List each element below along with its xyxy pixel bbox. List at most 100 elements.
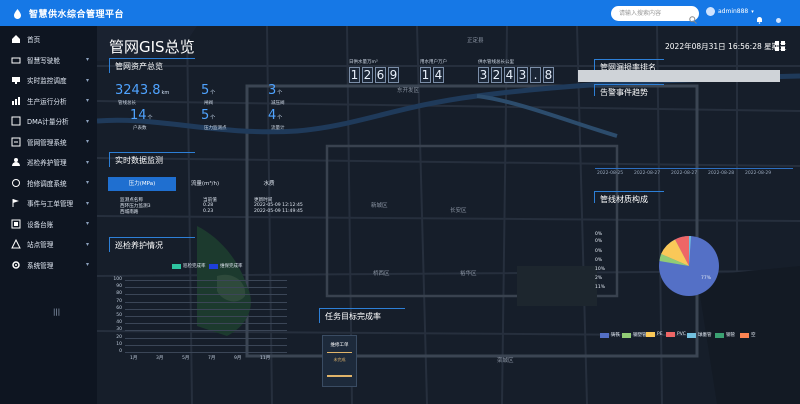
- sidebar-item-4[interactable]: DMA计量分析 ▾: [0, 111, 97, 132]
- alarm-axis-line: [595, 168, 793, 169]
- asset-stat-label: 压力监测点: [204, 126, 227, 131]
- y-tick-label: 50: [116, 313, 122, 318]
- logo-icon: [12, 8, 23, 19]
- grid-line: [125, 308, 287, 310]
- material-legend-item[interactable]: 球墨管: [687, 332, 712, 338]
- task-card-divider: [327, 352, 352, 353]
- asset-stat-label: 流量计: [271, 126, 285, 131]
- legend-maintenance-swatch: [209, 264, 218, 269]
- legend-swatch: [646, 332, 655, 337]
- alarm-date-label: 2022-08-27: [671, 171, 698, 176]
- material-legend-item[interactable]: 钢管: [715, 332, 735, 338]
- asset-stat-value: 4个: [268, 108, 282, 123]
- sidebar-item-label: 设备台账: [27, 220, 54, 229]
- gear-icon: [11, 260, 21, 270]
- gis-main[interactable]: 管网GIS总览 2022年08月31日 16:56:28 星期三 管网资产总览 …: [97, 26, 800, 404]
- stat-number: 3: [268, 83, 277, 98]
- sidebar-item-label: 事件与工单管理: [27, 200, 74, 209]
- collapse-icon[interactable]: |||: [53, 308, 60, 316]
- task-card-title: 维修工单: [330, 343, 349, 348]
- table-cell: 2022-05-09 12:12:45: [254, 203, 303, 208]
- material-legend-item[interactable]: 铸铁: [600, 332, 620, 338]
- counter-digit: 4: [433, 67, 444, 83]
- legend-swatch: [687, 332, 696, 338]
- y-tick-label: 30: [116, 327, 122, 333]
- counter-digit: 1: [420, 67, 431, 83]
- repair-icon: [11, 178, 21, 188]
- map-place-label: 栾城区: [497, 358, 514, 364]
- sidebar-item-1[interactable]: 智慧写驶舱 ▾: [0, 50, 97, 71]
- user-menu[interactable]: admin888 ▾: [706, 7, 754, 16]
- station-icon: [11, 239, 21, 249]
- sidebar-item-11[interactable]: 系统管理 ▾: [0, 255, 97, 276]
- legend-swatch: [622, 332, 631, 338]
- search-input[interactable]: 请输入搜索内容: [611, 6, 699, 21]
- sidebar-item-2[interactable]: 实时监控调度 ▾: [0, 70, 97, 91]
- inspection-panel-frame: [109, 237, 195, 252]
- sidebar-item-10[interactable]: 站点管理 ▾: [0, 234, 97, 255]
- material-legend-item[interactable]: PVC: [666, 332, 686, 337]
- stat-number: 5: [201, 108, 210, 123]
- counter-digit: 2: [362, 67, 373, 83]
- map-place-label: 裕华区: [460, 271, 477, 277]
- username: admin888: [718, 8, 749, 15]
- sidebar-item-label: 首页: [27, 36, 41, 45]
- chevron-down-icon: ▾: [86, 179, 90, 187]
- sidebar-item-label: 生产运行分析: [27, 97, 67, 106]
- counter-digit: .: [530, 67, 541, 83]
- material-legend-item[interactable]: 钢塑管: [622, 332, 647, 338]
- map-place-label: 长安区: [450, 208, 467, 214]
- counter-label: 供水管线总长公里: [478, 60, 514, 65]
- tab-water-quality[interactable]: 水质: [249, 177, 289, 191]
- sidebar-item-9[interactable]: 设备台账 ▾: [0, 214, 97, 235]
- sidebar-item-7[interactable]: 抢修调度系统 ▾: [0, 173, 97, 194]
- pie-label: 10%: [595, 267, 606, 272]
- device-icon: [11, 219, 21, 229]
- tab-flow[interactable]: 流量(m³/h): [181, 177, 229, 191]
- x-tick-label: 9月: [234, 356, 242, 361]
- asset-panel-frame: [109, 58, 195, 73]
- sidebar-item-label: 站点管理: [27, 241, 54, 250]
- counter-digit: 6: [375, 67, 386, 83]
- material-legend-item[interactable]: PE: [646, 332, 663, 337]
- tab-pressure[interactable]: 压力(MPa): [108, 177, 176, 191]
- alarm-date-label: 2022-08-29: [745, 171, 772, 176]
- pie-label: 0%: [595, 239, 603, 244]
- y-tick-label: 90: [116, 284, 122, 290]
- dma-icon: [11, 116, 21, 126]
- stat-unit: 个: [210, 115, 216, 121]
- stat-unit: 个: [147, 115, 153, 121]
- sidebar-item-6[interactable]: 巡检养护管理 ▾: [0, 152, 97, 173]
- material-pie[interactable]: [657, 234, 721, 298]
- counter-digit: 3: [478, 67, 489, 83]
- material-panel-frame: [594, 191, 664, 203]
- legend-label: 球墨管: [698, 333, 712, 338]
- legend-swatch: [740, 332, 749, 338]
- rank-placeholder-bar: [578, 70, 780, 82]
- map-place-label: 东开发区: [397, 88, 420, 94]
- stat-number: 14: [130, 108, 147, 123]
- task-card[interactable]: 维修工单 未完成: [322, 335, 357, 387]
- pie-label: 0%: [595, 249, 603, 254]
- grid-line: [125, 352, 287, 353]
- sidebar-item-0[interactable]: 首页: [0, 29, 97, 50]
- grid-icon[interactable]: [774, 37, 786, 56]
- sidebar-item-label: 实时监控调度: [27, 77, 67, 86]
- alarm-date-label: 2022-08-25: [597, 171, 624, 176]
- alarm-date-label: 2022-08-27: [634, 171, 661, 176]
- sidebar-item-3[interactable]: 生产运行分析 ▾: [0, 91, 97, 112]
- material-legend-item[interactable]: 空: [740, 332, 756, 338]
- flag-icon: [11, 198, 21, 208]
- legend-label: PVC: [677, 332, 686, 337]
- sidebar-item-8[interactable]: 事件与工单管理 ▾: [0, 193, 97, 214]
- y-tick-label: 40: [116, 320, 122, 326]
- asset-stat-value: 5个: [201, 83, 215, 98]
- sidebar-item-label: DMA计量分析: [27, 118, 69, 127]
- stat-number: 4: [268, 108, 277, 123]
- grid-line: [125, 344, 287, 346]
- grid-line: [125, 287, 287, 289]
- sidebar-item-5[interactable]: 管网管理系统 ▾: [0, 132, 97, 153]
- legend-label: 空: [751, 333, 756, 338]
- stat-unit: 个: [277, 90, 283, 96]
- person-icon: [11, 157, 21, 167]
